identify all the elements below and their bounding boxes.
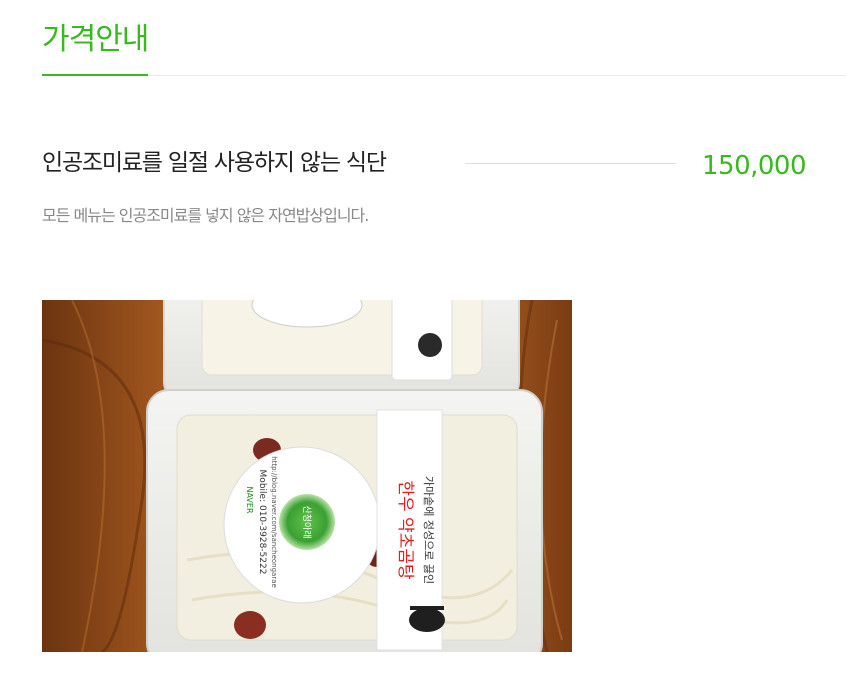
svg-text:가마솥에 정성으로 끓인: 가마솥에 정성으로 끓인 bbox=[422, 476, 435, 584]
menu-item-name: 인공조미료를 일절 사용하지 않는 식단 bbox=[42, 150, 387, 176]
menu-item-description: 모든 메뉴는 인공조미료를 넣지 않은 자연밥상입니다. bbox=[42, 206, 369, 225]
svg-text:NAVER: NAVER bbox=[245, 486, 254, 513]
svg-text:한우 약초곰탕: 한우 약초곰탕 bbox=[395, 480, 415, 580]
svg-text:Mobile: 010-3928-5222: Mobile: 010-3928-5222 bbox=[257, 470, 267, 575]
menu-item-leader-line bbox=[465, 163, 676, 164]
menu-photo: 산청아래 http://blog.naver.com/sancheongarae… bbox=[42, 300, 572, 652]
svg-text:산청아래: 산청아래 bbox=[301, 505, 312, 538]
svg-text:http://blog.naver.com/sancheon: http://blog.naver.com/sancheongarae bbox=[270, 456, 278, 588]
menu-photo-image: 산청아래 http://blog.naver.com/sancheongarae… bbox=[42, 300, 572, 652]
title-divider bbox=[42, 75, 846, 76]
menu-item-price: 150,000 bbox=[702, 151, 807, 181]
title-underline bbox=[42, 74, 148, 76]
section-title: 가격안내 bbox=[42, 22, 149, 57]
